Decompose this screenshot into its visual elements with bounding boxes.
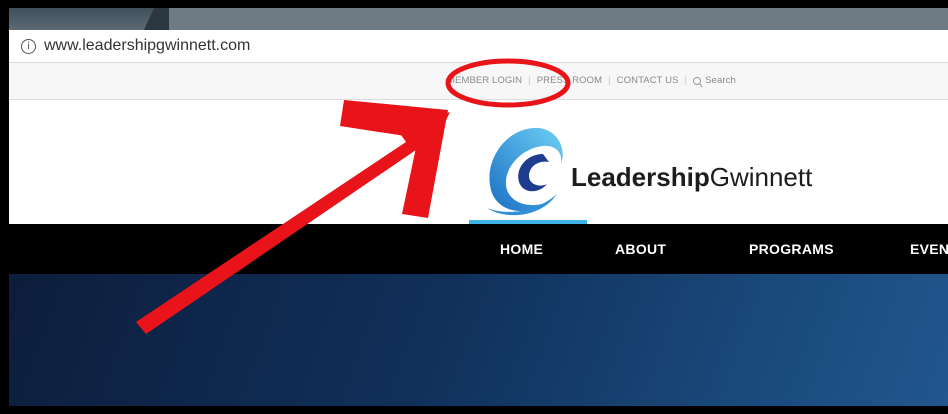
browser-tab-strip [9,8,948,30]
brand-name-bold: Leadership [571,162,710,192]
browser-window: i www.leadershipgwinnett.com MEMBER LOGI… [9,8,948,406]
brand-name: LeadershipGwinnett [571,162,812,193]
utility-separator: | [684,75,688,86]
search-link[interactable]: Search [705,75,736,86]
browser-tab-active[interactable] [169,8,948,30]
hero-banner [9,274,948,406]
info-icon[interactable]: i [21,38,36,54]
nav-item-programs[interactable]: PROGRAMS [749,224,834,274]
utility-separator: | [528,75,531,86]
site-header: LeadershipGwinnett [9,100,948,224]
nav-item-about[interactable]: ABOUT [615,224,666,274]
utility-nav-bar: MEMBER LOGIN | PRESS ROOM | CONTACT US |… [9,63,948,100]
swirl-logo-icon [487,127,563,216]
main-nav: HOME ABOUT PROGRAMS EVEN [9,224,948,274]
search-icon[interactable] [693,76,702,85]
utility-nav-links: MEMBER LOGIN | PRESS ROOM | CONTACT US |… [447,75,736,86]
press-room-link[interactable]: PRESS ROOM [537,75,602,86]
utility-separator: | [608,75,611,86]
nav-item-home[interactable]: HOME [500,224,543,274]
site-logo[interactable]: LeadershipGwinnett [477,120,837,220]
member-login-link[interactable]: MEMBER LOGIN [447,75,522,86]
brand-name-regular: Gwinnett [709,162,813,192]
address-bar[interactable]: i www.leadershipgwinnett.com [9,30,948,63]
url-text[interactable]: www.leadershipgwinnett.com [44,37,250,55]
nav-item-events[interactable]: EVEN [910,224,948,274]
contact-us-link[interactable]: CONTACT US [617,75,679,86]
